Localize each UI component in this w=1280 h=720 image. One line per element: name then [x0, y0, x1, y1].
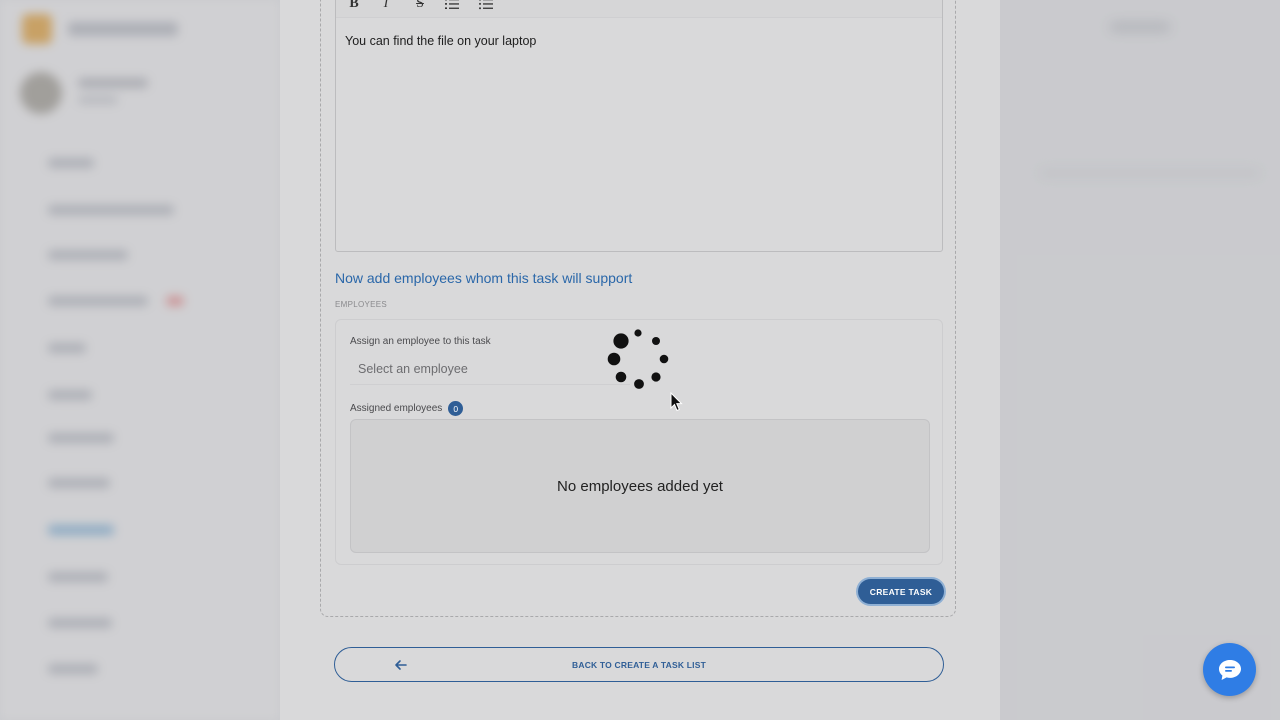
editor-content[interactable]: You can find the file on your laptop	[345, 34, 536, 48]
assigned-employees-header: Assigned employees 0	[350, 401, 464, 416]
employees-section-label: EMPLOYEES	[335, 300, 388, 309]
editor-toolbar: B I S	[336, 0, 942, 18]
chat-support-button[interactable]	[1203, 643, 1256, 696]
mouse-cursor-icon	[670, 392, 683, 412]
employees-section-title: Now add employees whom this task will su…	[335, 270, 633, 286]
loading-spinner-icon	[607, 329, 669, 389]
bullet-list-icon[interactable]	[476, 0, 496, 13]
chat-bubble-icon	[1218, 659, 1241, 680]
assigned-count-badge: 0	[448, 401, 464, 416]
italic-icon[interactable]: I	[376, 0, 396, 13]
arrow-left-icon	[395, 660, 407, 670]
empty-state-message: No employees added yet	[557, 477, 723, 495]
employee-select[interactable]: Select an employee	[350, 353, 630, 385]
bold-icon[interactable]: B	[344, 0, 364, 13]
assign-employee-label: Assign an employee to this task	[350, 336, 491, 347]
back-button-label: BACK TO CREATE A TASK LIST	[572, 659, 706, 670]
assigned-employees-label: Assigned employees	[350, 403, 443, 414]
strikethrough-icon[interactable]: S	[410, 0, 430, 13]
assigned-employees-list: No employees added yet	[350, 419, 930, 553]
ordered-list-icon[interactable]	[442, 0, 462, 13]
description-editor[interactable]: B I S You can find the file on your lapt…	[335, 0, 943, 252]
back-to-task-list-button[interactable]: BACK TO CREATE A TASK LIST	[334, 647, 944, 682]
employee-select-placeholder: Select an employee	[358, 361, 468, 376]
create-task-button[interactable]: CREATE TASK	[858, 579, 944, 604]
